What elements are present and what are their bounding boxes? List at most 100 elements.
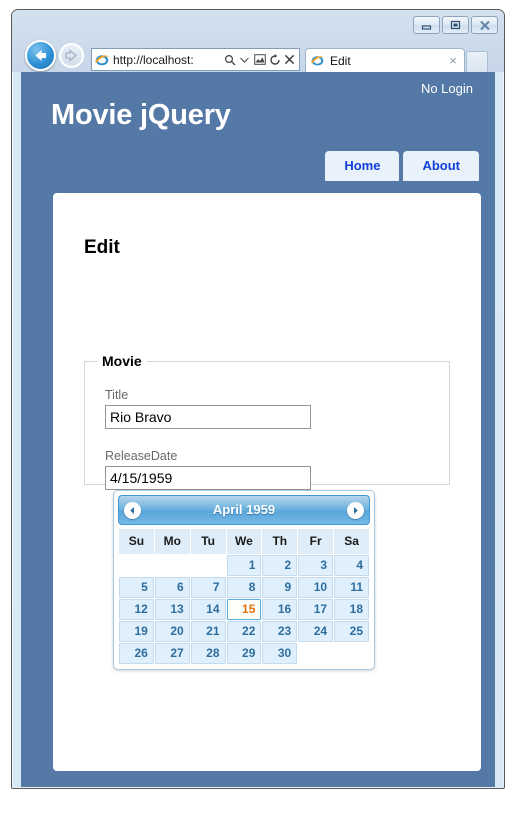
datepicker-day-cell[interactable]: 4 bbox=[334, 555, 369, 576]
datepicker-day-cell[interactable]: 2 bbox=[262, 555, 298, 576]
maximize-button[interactable] bbox=[442, 16, 469, 34]
address-bar[interactable]: http://localhost: bbox=[91, 48, 300, 71]
datepicker-day-10[interactable]: 10 bbox=[298, 577, 334, 598]
datepicker-day-17[interactable]: 17 bbox=[298, 599, 334, 620]
datepicker-day-cell[interactable]: 11 bbox=[334, 577, 369, 598]
datepicker-day-cell[interactable]: 9 bbox=[262, 577, 298, 598]
datepicker-empty-cell bbox=[155, 555, 190, 576]
datepicker-day-cell[interactable]: 13 bbox=[154, 599, 190, 620]
datepicker-day-8[interactable]: 8 bbox=[226, 577, 262, 598]
datepicker-day-cell[interactable]: 20 bbox=[154, 621, 190, 642]
datepicker-week-row: 1234 bbox=[119, 555, 369, 576]
datepicker-day-cell[interactable]: 23 bbox=[262, 621, 298, 642]
datepicker-day-cell[interactable]: 30 bbox=[262, 643, 298, 664]
datepicker-day-cell[interactable]: 21 bbox=[190, 621, 226, 642]
datepicker-header: April 1959 bbox=[118, 495, 370, 525]
datepicker-day-29[interactable]: 29 bbox=[226, 643, 262, 664]
datepicker-day-30[interactable]: 30 bbox=[262, 643, 298, 664]
datepicker-day-cell[interactable]: 25 bbox=[334, 621, 369, 642]
datepicker-day-16[interactable]: 16 bbox=[262, 599, 298, 620]
datepicker-day-cell[interactable]: 16 bbox=[262, 599, 298, 620]
datepicker-day-cell[interactable]: 10 bbox=[298, 577, 334, 598]
day-header-we: We bbox=[226, 529, 262, 554]
datepicker-day-11[interactable]: 11 bbox=[334, 577, 369, 598]
site-header: No Login Movie jQuery Home About bbox=[21, 72, 495, 193]
datepicker-day-14[interactable]: 14 bbox=[190, 599, 226, 620]
datepicker-day-9[interactable]: 9 bbox=[262, 577, 298, 598]
datepicker-day-cell[interactable]: 1 bbox=[226, 555, 262, 576]
datepicker-day-4[interactable]: 4 bbox=[334, 555, 369, 576]
datepicker-day-cell[interactable]: 15 bbox=[226, 599, 262, 620]
datepicker-day-cell[interactable]: 27 bbox=[154, 643, 190, 664]
datepicker-day-cell[interactable]: 6 bbox=[154, 577, 190, 598]
datepicker-day-20[interactable]: 20 bbox=[154, 621, 190, 642]
datepicker-weeks: 1 2 3 4 5 6 7 8 9 10 11 12 13 14 15 16 17 18 19 20 21 22 23 24 2… bbox=[119, 555, 369, 664]
tab-favicon-icon bbox=[310, 53, 326, 69]
refresh-icon[interactable] bbox=[267, 50, 282, 69]
tab-edit[interactable]: Edit × bbox=[305, 48, 465, 72]
datepicker-day-cell[interactable]: 19 bbox=[119, 621, 154, 642]
datepicker-day-15[interactable]: 15 bbox=[226, 599, 262, 620]
datepicker-day-cell[interactable]: 17 bbox=[298, 599, 334, 620]
datepicker-day-6[interactable]: 6 bbox=[154, 577, 190, 598]
chevron-down-icon[interactable] bbox=[237, 50, 252, 69]
datepicker-day-cell[interactable]: 12 bbox=[119, 599, 154, 620]
datepicker-day-1[interactable]: 1 bbox=[226, 555, 262, 576]
new-tab-button[interactable] bbox=[466, 51, 488, 72]
datepicker-day-3[interactable]: 3 bbox=[298, 555, 334, 576]
page-viewport: No Login Movie jQuery Home About Edit Mo… bbox=[13, 72, 503, 787]
datepicker-day-25[interactable]: 25 bbox=[334, 621, 369, 642]
datepicker-next-icon[interactable] bbox=[347, 502, 364, 519]
datepicker-day-7[interactable]: 7 bbox=[190, 577, 226, 598]
search-icon[interactable] bbox=[222, 50, 237, 69]
datepicker-empty-cell bbox=[119, 555, 154, 576]
compatibility-view-icon[interactable] bbox=[252, 50, 267, 69]
datepicker-day-cell[interactable]: 7 bbox=[190, 577, 226, 598]
datepicker-day-23[interactable]: 23 bbox=[262, 621, 298, 642]
datepicker-day-22[interactable]: 22 bbox=[226, 621, 262, 642]
datepicker-prev-icon[interactable] bbox=[124, 502, 141, 519]
close-button[interactable] bbox=[471, 16, 498, 34]
datepicker-day-cell[interactable]: 29 bbox=[226, 643, 262, 664]
movie-fieldset: Movie Title ReleaseDate bbox=[84, 353, 450, 490]
datepicker-day-21[interactable]: 21 bbox=[190, 621, 226, 642]
title-input[interactable] bbox=[105, 405, 311, 429]
back-arrow-icon bbox=[35, 50, 46, 61]
datepicker-day-24[interactable]: 24 bbox=[298, 621, 334, 642]
day-header-su: Su bbox=[119, 529, 154, 554]
datepicker-empty bbox=[298, 643, 333, 664]
datepicker-day-cell[interactable]: 18 bbox=[334, 599, 369, 620]
datepicker-day-12[interactable]: 12 bbox=[119, 599, 154, 620]
releasedate-input[interactable] bbox=[105, 466, 311, 490]
datepicker-day-2[interactable]: 2 bbox=[262, 555, 298, 576]
nav-item-about[interactable]: About bbox=[403, 151, 479, 181]
back-button[interactable] bbox=[25, 40, 56, 71]
datepicker-day-18[interactable]: 18 bbox=[334, 599, 369, 620]
stop-icon[interactable] bbox=[282, 50, 297, 69]
ie-logo-icon bbox=[94, 52, 110, 68]
datepicker-day-cell[interactable]: 24 bbox=[298, 621, 334, 642]
datepicker-week-row: 12 13 14 15 16 17 18 bbox=[119, 599, 369, 620]
minimize-button[interactable] bbox=[413, 16, 440, 34]
datepicker-day-cell[interactable]: 28 bbox=[190, 643, 226, 664]
nav-item-home[interactable]: Home bbox=[325, 151, 400, 181]
datepicker-day-cell[interactable]: 14 bbox=[190, 599, 226, 620]
releasedate-label: ReleaseDate bbox=[105, 449, 178, 463]
datepicker-day-cell[interactable]: 26 bbox=[119, 643, 154, 664]
forward-button[interactable] bbox=[59, 43, 84, 68]
title-label: Title bbox=[105, 388, 129, 402]
datepicker-day-cell[interactable]: 5 bbox=[119, 577, 154, 598]
datepicker-day-28[interactable]: 28 bbox=[190, 643, 226, 664]
datepicker-day-13[interactable]: 13 bbox=[154, 599, 190, 620]
day-header-tu: Tu bbox=[190, 529, 226, 554]
datepicker-day-5[interactable]: 5 bbox=[119, 577, 154, 598]
datepicker-day-cell[interactable]: 22 bbox=[226, 621, 262, 642]
day-header-fr: Fr bbox=[298, 529, 334, 554]
datepicker-day-26[interactable]: 26 bbox=[119, 643, 154, 664]
tab-close-icon[interactable]: × bbox=[446, 54, 460, 68]
datepicker-empty bbox=[119, 555, 154, 576]
datepicker-day-cell[interactable]: 8 bbox=[226, 577, 262, 598]
datepicker-day-27[interactable]: 27 bbox=[154, 643, 190, 664]
datepicker-day-19[interactable]: 19 bbox=[119, 621, 154, 642]
datepicker-day-cell[interactable]: 3 bbox=[298, 555, 334, 576]
